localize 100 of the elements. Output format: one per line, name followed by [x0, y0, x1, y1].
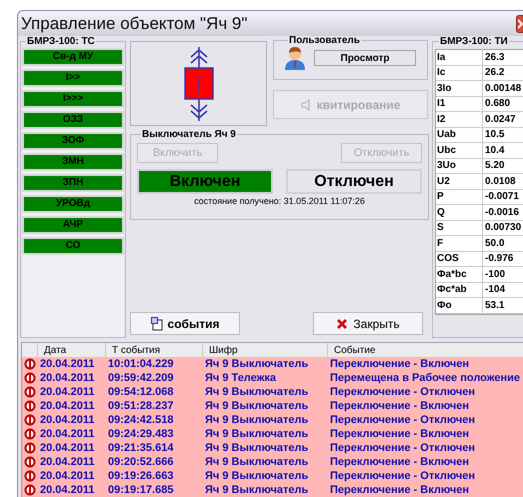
table-cell-text: 20.04.2011: [39, 384, 96, 400]
table-cell-text: 09:21:35.614: [107, 440, 174, 456]
table-cell-text: 09:51:28.237: [107, 398, 174, 414]
table-cell-text: Яч 9 Выключатель: [204, 384, 310, 400]
measure-value: 10.5: [484, 128, 504, 142]
measure-value: 10.4: [484, 144, 504, 158]
signal-indicator: Св-д МУ: [22, 48, 124, 66]
measure-name: U2: [436, 174, 483, 188]
measure-value: 0.0247: [484, 112, 516, 127]
table-cell-text: 09:19:26.663: [107, 468, 174, 484]
table-cell-text: 09:24:42.518: [107, 412, 174, 428]
measure-name: Ubc: [436, 143, 483, 158]
table-cell-text: Яч 9 Выключатель: [204, 468, 310, 484]
table-cell-text: 20.04.2011: [39, 426, 96, 442]
table-cell-text: 09:19:17.685: [107, 482, 174, 497]
table-cell-text: Яч 9 Выключатель: [204, 412, 310, 428]
table-cell-text: 10:01:04.229: [107, 356, 174, 372]
measure-name: Фc*ab: [436, 282, 483, 297]
measure-value: 53.1: [484, 298, 504, 313]
measure-name: 3Uo: [436, 158, 483, 173]
event-row[interactable]: 20.04.2011 09:20:52.666 Яч 9 Выключатель Переключение - Включен: [22, 455, 523, 469]
measure-value: -0.0016: [484, 206, 519, 220]
state-indicator: Отключен: [286, 169, 422, 194]
window-title: Управление объектом "Яч 9": [21, 14, 248, 34]
table-cell-text: Яч 9 Выключатель: [204, 356, 310, 372]
signal-indicator: I>>: [22, 69, 124, 87]
table-cell-text: Переключение - Включен: [329, 356, 470, 372]
table-cell-text: Яч 9 Выключатель: [204, 454, 310, 470]
table-cell-text: Яч 9 Тележка: [204, 370, 278, 386]
measure-value: 0.00730: [484, 221, 522, 236]
table-cell-text: Яч 9 Выключатель: [204, 426, 310, 442]
measure-name: Фo: [436, 298, 483, 312]
signal-indicator: ОЗЗ: [22, 111, 124, 129]
signal-indicator: ЗМН: [22, 153, 124, 171]
table-cell-text: Яч 9 Выключатель: [204, 440, 310, 456]
measure-name: I1: [436, 96, 483, 111]
event-row[interactable]: 20.04.2011 09:59:42.209 Яч 9 Тележка Перемещена в Рабочее положение: [22, 371, 523, 385]
measure-value: 0.0108: [484, 174, 516, 189]
table-cell-text: 20.04.2011: [39, 440, 96, 456]
measure-name: COS: [436, 252, 483, 266]
event-row[interactable]: 20.04.2011 09:19:26.663 Яч 9 Выключатель Переключение - Отключен: [22, 469, 523, 483]
measure-name: Uab: [436, 128, 483, 142]
measure-name: F: [436, 236, 483, 250]
table-cell-text: 20.04.2011: [39, 356, 96, 372]
measure-name: I2: [436, 112, 483, 126]
event-row[interactable]: 20.04.2011 09:51:28.237 Яч 9 Выключатель Переключение - Включен: [22, 399, 523, 413]
measure-name: Q: [436, 205, 483, 220]
measure-value: 50.0: [484, 236, 504, 251]
measure-value: 5.20: [484, 159, 504, 174]
state-indicator: Включен: [137, 169, 273, 194]
event-row[interactable]: 20.04.2011 09:24:29.483 Яч 9 Выключатель Переключение - Включен: [22, 427, 523, 441]
event-row[interactable]: 20.04.2011 09:24:42.518 Яч 9 Выключатель Переключение - Отключен: [22, 413, 523, 427]
measure-value: 26.2: [484, 66, 504, 80]
status-text: состояние получено: 31.05.2011 11:07:26: [193, 196, 366, 207]
table-cell-text: Переключение - Отключен: [329, 384, 476, 400]
event-row[interactable]: 20.04.2011 09:54:12.068 Яч 9 Выключатель Переключение - Отключен: [22, 385, 523, 399]
measure-value: 0.680: [484, 97, 510, 112]
measure-name: P: [436, 190, 483, 204]
signal-indicator: ЗПН: [22, 174, 124, 192]
signal-indicator: ЗОФ: [22, 132, 124, 150]
event-row[interactable]: 20.04.2011 10:01:04.229 Яч 9 Выключатель Переключение - Включен: [22, 357, 523, 371]
measure-name: S: [436, 220, 483, 235]
table-cell-text: Переключение - Отключен: [329, 440, 476, 456]
table-cell-text: 09:20:52.666: [107, 454, 174, 470]
table-cell-text: Переключение - Включен: [329, 426, 470, 442]
measure-value: -0.0071: [484, 190, 519, 204]
table-cell-text: Яч 9 Выключатель: [204, 398, 310, 414]
table-cell-text: 20.04.2011: [39, 412, 96, 428]
panel-title: Пользователь: [288, 35, 361, 46]
signal-indicator: УРОВд: [22, 195, 124, 213]
measure-value: 26.3: [484, 50, 504, 65]
table-cell-text: 20.04.2011: [39, 468, 96, 484]
event-row[interactable]: 20.04.2011 09:19:17.685 Яч 9 Выключатель Переключение - Включен: [22, 483, 523, 497]
table-cell-text: 20.04.2011: [39, 454, 96, 470]
events-button[interactable]: события: [130, 312, 240, 335]
measure-value: 0.00148: [484, 82, 522, 96]
measure-name: 3Io: [436, 81, 483, 96]
measure-name: Ia: [436, 50, 483, 64]
measure-value: -0.976: [484, 252, 514, 266]
table-cell-text: 09:54:12.068: [107, 384, 174, 400]
table-cell-text: 09:59:42.209: [107, 370, 174, 386]
table-cell-text: 20.04.2011: [39, 482, 96, 497]
panel-title: Выключатель Яч 9: [141, 129, 237, 140]
measure-value: -100: [484, 268, 506, 282]
measure-name: Фa*bc: [436, 267, 483, 282]
event-row[interactable]: 20.04.2011 09:21:35.614 Яч 9 Выключатель Переключение - Отключен: [22, 441, 523, 455]
signal-indicator: I>>>: [22, 90, 124, 108]
signal-indicator: СО: [22, 237, 124, 255]
measure-value: -104: [484, 283, 506, 298]
table-cell-text: Переключение - Включен: [329, 454, 470, 470]
table-cell-text: 20.04.2011: [39, 398, 96, 414]
table-cell-text: Яч 9 Выключатель: [204, 482, 310, 497]
table-cell-text: 09:24:29.483: [107, 426, 174, 442]
table-cell-text: Переключение - Отключен: [329, 468, 476, 484]
table-cell-text: 20.04.2011: [39, 370, 96, 386]
signal-indicator: АЧР: [22, 216, 124, 234]
table-cell-text: Перемещена в Рабочее положение: [329, 370, 522, 386]
close-window-button[interactable]: Закрыть: [313, 312, 423, 335]
table-cell-text: Переключение - Включен: [329, 482, 470, 497]
panel-title: БМРЗ-100: ТИ: [439, 36, 509, 47]
